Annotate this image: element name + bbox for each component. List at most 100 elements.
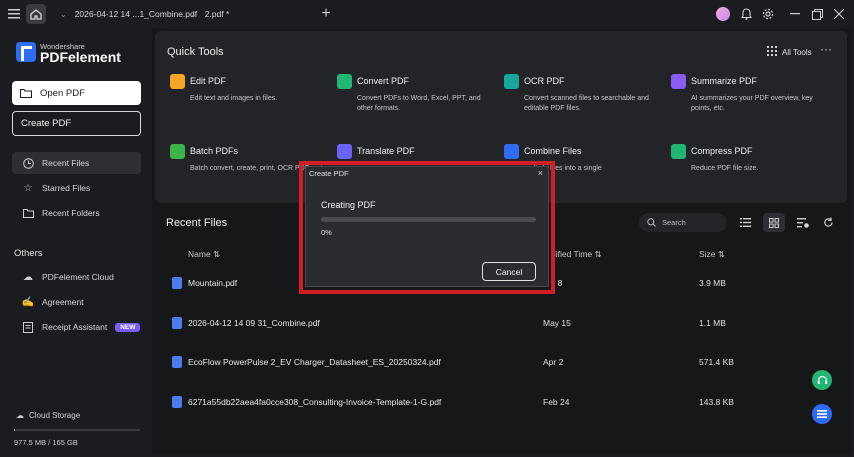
sidebar-item-label: Recent Files bbox=[42, 158, 90, 168]
tab-label: 2.pdf * bbox=[204, 9, 230, 19]
close-icon[interactable]: × bbox=[538, 168, 543, 178]
batch-pdfs-icon bbox=[170, 144, 185, 159]
file-size: 1.1 MB bbox=[699, 318, 726, 328]
manage-list-icon[interactable] bbox=[792, 213, 814, 232]
hamburger-menu-icon[interactable] bbox=[6, 4, 22, 24]
grid-icon bbox=[767, 46, 777, 58]
compress-pdf-icon bbox=[671, 144, 686, 159]
file-name: EcoFlow PowerPulse 2_EV Charger_Datashee… bbox=[188, 357, 441, 367]
assistant-menu-icon[interactable] bbox=[812, 404, 832, 424]
combine-files-icon bbox=[504, 144, 519, 159]
tool-name: Translate PDF bbox=[357, 146, 415, 156]
all-tools-button[interactable]: All Tools bbox=[767, 46, 812, 58]
pdf-file-icon bbox=[172, 317, 182, 329]
dialog-title: Create PDF bbox=[309, 169, 349, 178]
others-heading: Others bbox=[14, 248, 43, 259]
create-pdf-button[interactable]: Create PDF bbox=[12, 111, 141, 136]
storage-usage-fill bbox=[14, 429, 16, 431]
file-modified-time: y 8 bbox=[551, 278, 563, 288]
refresh-icon[interactable] bbox=[817, 213, 839, 232]
all-tools-label: All Tools bbox=[782, 47, 812, 57]
cloud-storage-label: Cloud Storage bbox=[29, 411, 81, 420]
tool-name: Edit PDF bbox=[190, 76, 227, 86]
open-pdf-button[interactable]: Open PDF bbox=[12, 81, 141, 105]
table-row[interactable]: EcoFlow PowerPulse 2_EV Charger_Datashee… bbox=[152, 355, 852, 375]
tool-description: Convert PDFs to Word, Excel, PPT, and ot… bbox=[357, 95, 481, 112]
tool-name: Convert PDF bbox=[357, 76, 410, 86]
tool-description: Reduce PDF file size. bbox=[691, 165, 759, 172]
file-modified-time: May 15 bbox=[543, 318, 571, 328]
file-size: 571.4 KB bbox=[699, 357, 734, 367]
pdf-file-icon bbox=[172, 396, 182, 408]
chevron-down-icon: ⌄ bbox=[60, 9, 67, 19]
tab-label: 2026-04-12 14 ...1_Combine.pdf bbox=[74, 9, 198, 19]
title-bar: ⌄ 2026-04-12 14 ...1_Combine.pdf ⌄ 2.pdf… bbox=[0, 0, 854, 28]
sidebar-item-label: Agreement bbox=[42, 297, 84, 307]
sidebar-item-label: Recent Folders bbox=[42, 208, 100, 218]
avatar[interactable] bbox=[716, 7, 730, 21]
cloud-icon: ☁ bbox=[23, 271, 33, 283]
new-badge: NEW bbox=[115, 322, 141, 332]
new-tab-button[interactable]: + bbox=[318, 4, 334, 24]
create-pdf-dialog: Create PDF × Creating PDF 0% Cancel bbox=[305, 166, 549, 287]
pdf-file-icon bbox=[172, 356, 182, 368]
close-icon[interactable] bbox=[831, 4, 847, 24]
file-modified-time: Apr 2 bbox=[543, 357, 564, 367]
tool-name: Batch PDFs bbox=[190, 146, 239, 156]
restore-icon[interactable] bbox=[809, 4, 825, 24]
receipt-icon bbox=[22, 321, 34, 333]
more-options-icon[interactable]: ··· bbox=[820, 42, 832, 56]
summarize-pdf-icon bbox=[671, 74, 686, 89]
grid-view-icon[interactable] bbox=[763, 213, 785, 232]
sidebar-item-label: PDFelement Cloud bbox=[42, 272, 114, 282]
cloud-icon: ☁ bbox=[16, 411, 24, 420]
agreement-icon: ✍ bbox=[21, 296, 35, 308]
folder-icon bbox=[22, 208, 34, 218]
recent-files-title: Recent Files bbox=[166, 217, 228, 229]
sidebar-item-label: Receipt Assistant bbox=[42, 322, 108, 332]
chevron-down-icon: ⌄ bbox=[190, 9, 197, 19]
pdf-file-icon bbox=[172, 277, 182, 289]
column-header-name[interactable]: Name ⇅ bbox=[188, 249, 220, 260]
sidebar-item-recent-files[interactable]: Recent Files bbox=[12, 152, 141, 174]
cloud-storage[interactable]: ☁ Cloud Storage bbox=[16, 411, 80, 420]
progress-percent: 0% bbox=[321, 228, 332, 237]
search-icon bbox=[647, 218, 656, 227]
tool-description: AI summarizes your PDF overview, key poi… bbox=[691, 95, 813, 112]
table-row[interactable]: 6271a55db22aea4fa0cce308_Consulting-Invo… bbox=[152, 395, 852, 415]
brand-name: PDFelement bbox=[40, 49, 121, 65]
sidebar-item-recent-folders[interactable]: Recent Folders bbox=[12, 202, 141, 224]
sidebar-item-label: Starred Files bbox=[42, 183, 91, 193]
edit-pdf-icon bbox=[170, 74, 185, 89]
bell-icon[interactable] bbox=[738, 4, 754, 24]
file-modified-time: Feb 24 bbox=[543, 397, 570, 407]
list-view-icon[interactable] bbox=[734, 213, 756, 232]
tool-name: Combine Files bbox=[524, 146, 582, 156]
sidebar-item-starred-files[interactable]: ☆ Starred Files bbox=[12, 177, 141, 199]
pdfelement-logo-icon bbox=[16, 42, 36, 62]
file-name: 6271a55db22aea4fa0cce308_Consulting-Invo… bbox=[188, 397, 442, 407]
search-input[interactable]: Search bbox=[639, 213, 727, 232]
tab-combine[interactable]: ⌄ 2026-04-12 14 ...1_Combine.pdf bbox=[60, 4, 197, 24]
storage-text: 977.5 MB / 165 GB bbox=[14, 438, 78, 447]
sidebar-item-agreement[interactable]: ✍ Agreement bbox=[12, 291, 141, 313]
column-header-size[interactable]: Size ⇅ bbox=[699, 249, 725, 260]
gear-icon[interactable] bbox=[760, 4, 776, 24]
convert-pdf-icon bbox=[337, 74, 352, 89]
file-size: 3.9 MB bbox=[699, 278, 726, 288]
tool-name: Compress PDF bbox=[691, 146, 753, 156]
storage-usage-bar bbox=[14, 429, 140, 431]
column-header-modified-time[interactable]: dified Time ⇅ bbox=[551, 249, 602, 260]
dialog-heading: Creating PDF bbox=[321, 200, 376, 210]
support-headset-icon[interactable] bbox=[812, 370, 832, 390]
search-placeholder: Search bbox=[662, 218, 686, 227]
sidebar-item-receipt-assistant[interactable]: Receipt Assistant NEW bbox=[12, 316, 141, 338]
minimize-icon[interactable] bbox=[787, 4, 803, 24]
tool-name: OCR PDF bbox=[524, 76, 565, 86]
table-row[interactable]: 2026-04-12 14 09 31_Combine.pdf May 15 1… bbox=[152, 316, 852, 336]
home-icon[interactable] bbox=[26, 4, 46, 24]
sidebar-item-pdfelement-cloud[interactable]: ☁ PDFelement Cloud bbox=[12, 266, 141, 288]
cancel-button[interactable]: Cancel bbox=[482, 262, 536, 281]
tab-2pdf[interactable]: ⌄ 2.pdf * bbox=[190, 4, 229, 24]
quick-tools-title: Quick Tools bbox=[167, 46, 224, 58]
